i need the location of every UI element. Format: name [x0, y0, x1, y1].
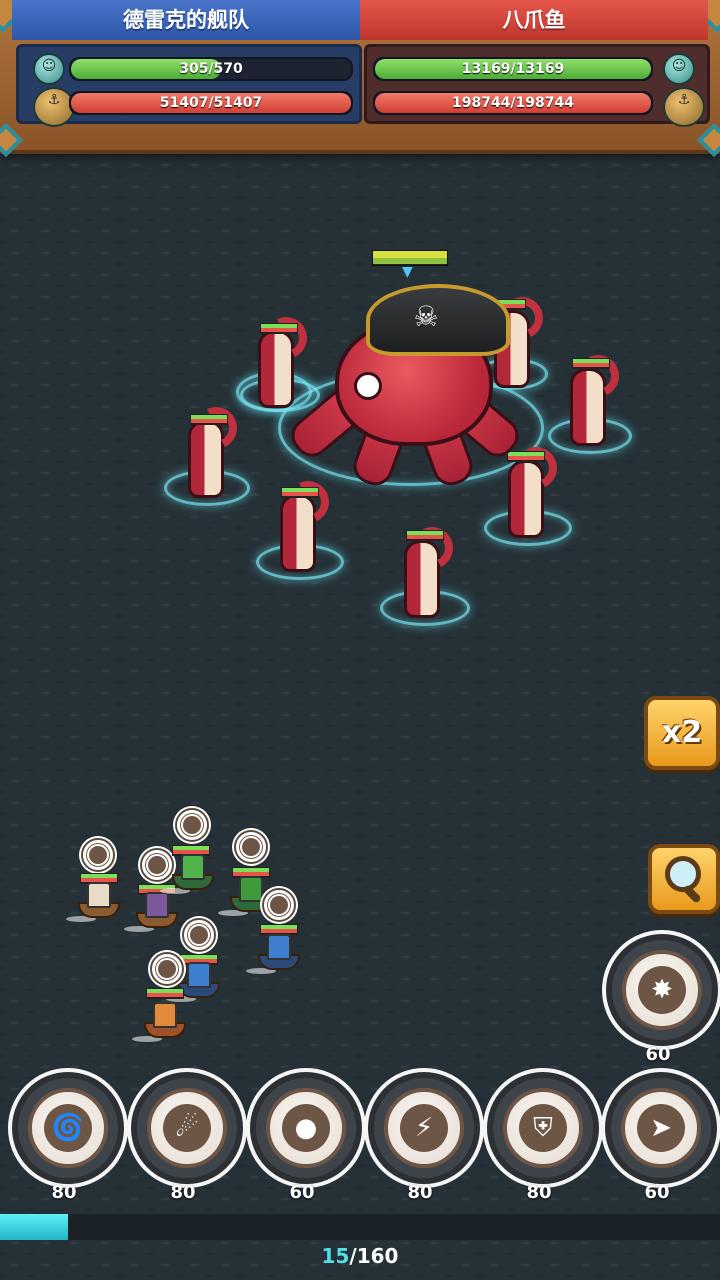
enemy-ship-value: 198744/198744 — [451, 95, 574, 111]
speed-x2-button[interactable]: x2 — [644, 696, 720, 770]
speed-x2-icon: x2 — [661, 715, 703, 750]
cannonball-icon: ● — [282, 1104, 330, 1152]
battle-status-panel: 德雷克的舰队 八爪鱼 ☺ 305/570 ⚓ 51407/51407 13169… — [0, 0, 720, 157]
skill-icon-frame: ✸ — [622, 950, 702, 1030]
ship-skill-badge — [182, 918, 216, 952]
octopus-eye — [354, 372, 382, 400]
player-ship-value: 51407/51407 — [159, 95, 263, 111]
player-ship[interactable] — [132, 1002, 186, 1042]
unit-health-bar — [507, 451, 545, 462]
winged-shield-icon: ⛨ — [519, 1104, 567, 1152]
player-crew-bar: 305/570 — [69, 57, 353, 81]
player-ship[interactable] — [66, 882, 120, 922]
unit-health-bar — [572, 358, 610, 369]
enemy-stats: 13169/13169 ☺ 198744/198744 ⚓ — [364, 44, 710, 127]
tentacle — [404, 540, 440, 618]
target-marker-icon: ▼ — [402, 264, 413, 280]
unit-health-bar — [260, 323, 298, 334]
lightning-orb-icon: ⚡ — [400, 1104, 448, 1152]
skill-cost: 60 — [645, 1044, 671, 1065]
player-team-name: 德雷克的舰队 — [12, 0, 360, 40]
ship-skill-badge — [234, 830, 268, 864]
skill-button-shark[interactable]: ➤ — [601, 1068, 720, 1188]
panel-corner-ornament — [0, 123, 23, 157]
energy-current: 15 — [321, 1244, 350, 1268]
ship-skill-badge — [81, 838, 115, 872]
energy-progress-fill — [0, 1214, 68, 1240]
unit-health-bar — [190, 414, 228, 425]
skill-button-comet[interactable]: ☄ — [127, 1068, 247, 1188]
enemy-crew-bar: 13169/13169 — [373, 57, 653, 81]
ship-skill-badge — [150, 952, 184, 986]
energy-progress-label: 15/160 — [0, 1244, 720, 1268]
enemy-ship-bar: 198744/198744 — [373, 91, 653, 115]
energy-progress-bar — [0, 1214, 720, 1240]
energy-total: 160 — [356, 1244, 399, 1268]
skill-cost: 80 — [526, 1182, 552, 1203]
tentacle — [508, 460, 544, 538]
player-crew-value: 305/570 — [179, 61, 243, 77]
ship-skill-badge — [175, 808, 209, 842]
tentacle — [570, 368, 606, 446]
tornado-icon: 🌀 — [44, 1104, 92, 1152]
skill-button-tornado[interactable]: 🌀 — [8, 1068, 128, 1188]
skill-icon-frame: ● — [266, 1088, 346, 1168]
ship-skill-badge — [140, 848, 174, 882]
unit-health-bar — [406, 530, 444, 541]
skull-crossbones-icon: ☠ — [413, 300, 439, 333]
panel-corner-ornament — [697, 123, 720, 157]
skill-cost: 80 — [407, 1182, 433, 1203]
pirate-hat: ☠ — [366, 284, 510, 356]
skill-icon-frame: ☄ — [147, 1088, 227, 1168]
pirate-crew-icon: ☺ — [663, 53, 695, 85]
unit-health-bar — [281, 487, 319, 498]
skill-icon-frame: ➤ — [621, 1088, 701, 1168]
skill-button-lightning[interactable]: ⚡ — [364, 1068, 484, 1188]
player-stats: ☺ 305/570 ⚓ 51407/51407 — [16, 44, 362, 127]
skill-icon-frame: 🌀 — [28, 1088, 108, 1168]
tentacle — [258, 330, 294, 408]
comet-icon: ☄ — [163, 1104, 211, 1152]
shark-icon: ➤ — [637, 1104, 685, 1152]
ship-helm-icon: ⚓ — [663, 87, 705, 127]
enemy-crew-value: 13169/13169 — [461, 61, 565, 77]
skill-button-cannonball[interactable]: ● — [246, 1068, 366, 1188]
ship-skill-badge — [262, 888, 296, 922]
enemy-team-name: 八爪鱼 — [360, 0, 708, 40]
energy-separator: / — [349, 1244, 357, 1268]
spiked-burst-icon: ✸ — [638, 966, 686, 1014]
pirate-crew-icon: ☺ — [33, 53, 65, 85]
skill-button-burst[interactable]: ✸ — [602, 930, 720, 1050]
unit-health-bar — [146, 988, 184, 999]
skill-button-shield[interactable]: ⛨ — [483, 1068, 603, 1188]
player-ship-bar: 51407/51407 — [69, 91, 353, 115]
skill-cost: 80 — [51, 1182, 77, 1203]
tentacle — [188, 420, 224, 498]
zoom-button[interactable] — [648, 844, 720, 914]
skill-cost: 60 — [644, 1182, 670, 1203]
magnifier-icon — [665, 856, 701, 892]
skill-cost: 60 — [289, 1182, 315, 1203]
skill-icon-frame: ⛨ — [503, 1088, 583, 1168]
player-ship[interactable] — [246, 934, 300, 974]
skill-icon-frame: ⚡ — [384, 1088, 464, 1168]
tentacle — [280, 494, 316, 572]
player-ship[interactable] — [160, 854, 214, 894]
skill-cost: 80 — [170, 1182, 196, 1203]
player-ship[interactable] — [124, 892, 178, 932]
